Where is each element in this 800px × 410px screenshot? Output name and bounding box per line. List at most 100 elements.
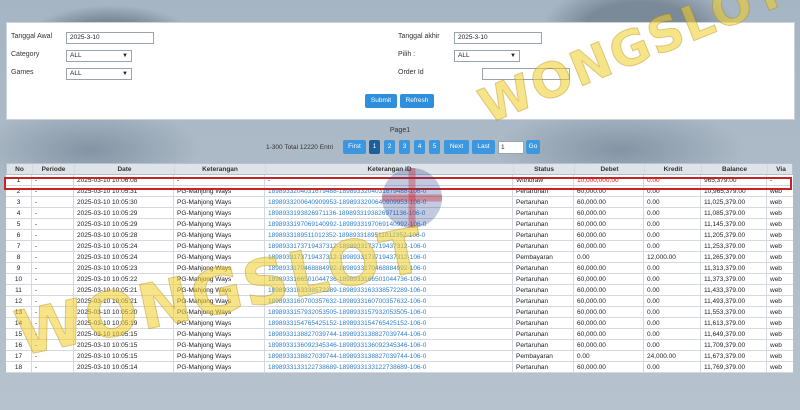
cell-date: 2025-03-10 10:05:30 [73, 197, 173, 207]
cell-no: 4 [16, 210, 21, 217]
cell-kredit: 0.00 [643, 362, 700, 372]
cell-status: Pertaruhan [512, 296, 573, 306]
cell-via: web [766, 263, 793, 273]
cell-periode: - [31, 274, 73, 284]
cell-balance: 11,025,379.00 [700, 197, 766, 207]
cell-status: Pertaruhan [512, 230, 573, 240]
cell-status: Pertaruhan [512, 307, 573, 317]
tanggal-akhir-input[interactable]: 2025-3-10 [454, 32, 542, 44]
cell-date: 2025-03-10 10:05:24 [73, 241, 173, 251]
cell-balance: 11,613,379.00 [700, 318, 766, 328]
cell-balance: 11,373,379.00 [700, 274, 766, 284]
category-select[interactable]: ALL ▼ [66, 50, 132, 62]
cell-balance: 11,205,379.00 [700, 230, 766, 240]
cell-balance: 11,313,379.00 [700, 263, 766, 273]
cell-balance: 11,769,379.00 [700, 362, 766, 372]
cell-via: web [766, 274, 793, 284]
page-number-input[interactable]: 1 [498, 141, 524, 154]
cell-kredit: 0.00 [643, 274, 700, 284]
cell-status: Pertaruhan [512, 208, 573, 218]
cell-balance: 11,673,379.00 [700, 351, 766, 361]
cell-debet: 60,000.00 [573, 340, 643, 350]
cell-kredit: 0.00 [643, 230, 700, 240]
cell-keterangan-id[interactable]: 1898933154765425152-1898933154765425152-… [264, 318, 512, 328]
header-balance: Balance [701, 164, 767, 174]
cell-keterangan-id[interactable]: 1898933136092345346-1898933136092345346-… [264, 340, 512, 350]
pilih-select[interactable]: ALL ▼ [454, 50, 520, 62]
cell-date: 2025-03-10 10:05:14 [73, 362, 173, 372]
cell-debet: 60,000.00 [573, 329, 643, 339]
chevron-down-icon: ▼ [122, 71, 128, 77]
page-button-1[interactable]: 1 [369, 140, 380, 154]
cell-kredit: 0.00 [643, 241, 700, 251]
page-button-3[interactable]: 3 [399, 140, 410, 154]
cell-periode: - [31, 252, 73, 262]
cell-keterangan: PG-Mahjong Ways [173, 197, 264, 207]
cell-keterangan: PG-Mahjong Ways [173, 340, 264, 350]
total-entries: 1-300 Total 12220 Entri [266, 144, 334, 151]
cell-via: web [766, 329, 793, 339]
cell-keterangan-id[interactable]: 1898933138827039744-1898933138827039744-… [264, 329, 512, 339]
last-page-button[interactable]: Last [472, 140, 495, 154]
cell-no: 5 [16, 221, 21, 228]
cell-keterangan: PG-Mahjong Ways [173, 351, 264, 361]
table-row: 18-2025-03-10 10:05:14 PG-Mahjong Ways 189… [6, 362, 793, 373]
cell-debet: 60,000.00 [573, 274, 643, 284]
cell-debet: 60,000.00 [573, 362, 643, 372]
page-button-4[interactable]: 4 [414, 140, 425, 154]
page-button-5[interactable]: 5 [429, 140, 440, 154]
cell-keterangan: PG-Mahjong Ways [173, 219, 264, 229]
page-button-2[interactable]: 2 [384, 140, 395, 154]
table-row: 17-2025-03-10 10:05:15 PG-Mahjong Ways 189… [6, 351, 793, 362]
cell-debet: 60,000.00 [573, 219, 643, 229]
cell-balance: 11,265,379.00 [700, 252, 766, 262]
cell-via: web [766, 252, 793, 262]
cell-no: 9 [16, 265, 21, 272]
chevron-down-icon: ▼ [122, 53, 128, 59]
first-page-button[interactable]: First [343, 140, 366, 154]
cell-periode: - [31, 219, 73, 229]
go-button[interactable]: Go [526, 140, 540, 154]
cell-balance: 11,493,379.00 [700, 296, 766, 306]
cell-debet: 60,000.00 [573, 230, 643, 240]
cell-kredit: 12,000.00 [643, 252, 700, 262]
cell-via: web [766, 351, 793, 361]
cell-via: web [766, 197, 793, 207]
cell-status: Pertaruhan [512, 241, 573, 251]
header-periode: Periode [32, 164, 74, 174]
cell-periode: - [31, 208, 73, 218]
pilih-selected-value: ALL [458, 52, 470, 59]
cell-date: 2025-03-10 10:05:29 [73, 208, 173, 218]
cell-balance: 11,433,379.00 [700, 285, 766, 295]
header-debet: Debet [574, 164, 644, 174]
tanggal-awal-input[interactable]: 2025-3-10 [66, 32, 154, 44]
cell-via: web [766, 296, 793, 306]
cell-kredit: 0.00 [643, 296, 700, 306]
games-select[interactable]: ALL ▼ [66, 68, 132, 80]
cell-status: Pertaruhan [512, 318, 573, 328]
chevron-down-icon: ▼ [510, 53, 516, 59]
header-via: Via [767, 164, 794, 174]
cell-kredit: 0.00 [643, 307, 700, 317]
cell-balance: 11,145,379.00 [700, 219, 766, 229]
refresh-button[interactable]: Refresh [400, 94, 434, 108]
cell-via: web [766, 318, 793, 328]
cell-via: web [766, 230, 793, 240]
cell-keterangan-id[interactable]: 1898933133122738689-1898933133122738689-… [264, 362, 512, 372]
submit-button[interactable]: Submit [365, 94, 397, 108]
cell-periode: - [31, 263, 73, 273]
cell-debet: 0.00 [573, 252, 643, 262]
cell-debet: 60,000.00 [573, 241, 643, 251]
cell-no: 8 [16, 254, 21, 261]
cell-periode: - [31, 197, 73, 207]
header-keterangan: Keterangan [174, 164, 265, 174]
pilih-label: Pilih : [398, 51, 416, 58]
cell-keterangan-id[interactable]: 1898933138827039744-1898933138827039744-… [264, 351, 512, 361]
tanggal-akhir-label: Tanggal akhir [398, 33, 440, 40]
cell-debet: 60,000.00 [573, 285, 643, 295]
cell-via: web [766, 362, 793, 372]
cell-balance: 11,709,379.00 [700, 340, 766, 350]
next-page-button[interactable]: Next [444, 140, 469, 154]
cell-debet: 60,000.00 [573, 318, 643, 328]
cell-kredit: 0.00 [643, 340, 700, 350]
